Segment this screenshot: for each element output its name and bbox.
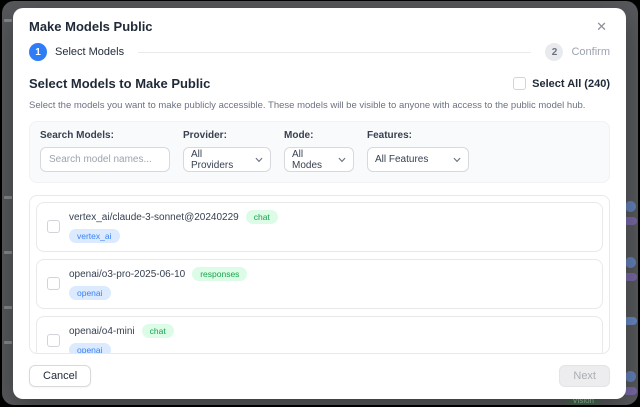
modal-header: Make Models Public ✕: [29, 19, 610, 34]
mode-badge: chat: [246, 210, 278, 224]
dimmed-page-overlay: Vision Make Models Public ✕ 1 Select Mod…: [2, 1, 638, 405]
provider-badge: openai: [69, 286, 111, 300]
mode-badge: responses: [192, 267, 247, 281]
mode-badge: chat: [142, 324, 174, 338]
model-info: openai/o3-pro-2025-06-10 responses opena…: [69, 267, 247, 300]
chevron-down-icon: [255, 156, 263, 164]
step-1-label: Select Models: [55, 46, 124, 58]
model-name: vertex_ai/claude-3-sonnet@20240229: [69, 212, 239, 223]
stepper-connector: [138, 52, 531, 53]
model-list: vertex_ai/claude-3-sonnet@20240229 chat …: [29, 195, 610, 354]
model-row[interactable]: openai/o4-mini chat openai: [36, 316, 603, 354]
model-name: openai/o3-pro-2025-06-10: [69, 269, 185, 280]
features-select-value: All Features: [375, 154, 445, 165]
step-confirm: 2 Confirm: [545, 43, 610, 61]
features-label: Features:: [367, 130, 469, 141]
provider-filter-group: Provider: All Providers: [183, 130, 271, 172]
select-all-label: Select All (240): [532, 78, 610, 90]
section-description: Select the models you want to make publi…: [29, 100, 610, 111]
step-2-label: Confirm: [571, 46, 610, 58]
search-filter-group: Search Models:: [40, 130, 170, 172]
mode-select[interactable]: All Modes: [284, 147, 354, 172]
mode-filter-group: Mode: All Modes: [284, 130, 354, 172]
stepper: 1 Select Models 2 Confirm: [29, 43, 610, 61]
model-name: openai/o4-mini: [69, 326, 135, 337]
select-all-control[interactable]: Select All (240): [513, 77, 610, 90]
background-text-fragment: [4, 251, 12, 254]
modal-title: Make Models Public: [29, 19, 153, 34]
model-row[interactable]: vertex_ai/claude-3-sonnet@20240229 chat …: [36, 202, 603, 252]
provider-select-value: All Providers: [191, 149, 247, 171]
section-heading: Select Models to Make Public: [29, 76, 210, 91]
background-avatar-fragment: [625, 257, 636, 268]
make-models-public-modal: Make Models Public ✕ 1 Select Models 2 C…: [13, 8, 626, 399]
provider-badge: openai: [69, 343, 111, 354]
mode-select-value: All Modes: [292, 149, 330, 171]
background-avatar-fragment: [625, 371, 636, 382]
step-select-models: 1 Select Models: [29, 43, 124, 61]
step-2-circle: 2: [545, 43, 563, 61]
model-row[interactable]: openai/o3-pro-2025-06-10 responses opena…: [36, 259, 603, 309]
model-info: vertex_ai/claude-3-sonnet@20240229 chat …: [69, 210, 278, 243]
background-text-fragment: [4, 341, 12, 344]
model-checkbox[interactable]: [47, 220, 60, 233]
modal-footer: Cancel Next: [29, 365, 610, 387]
provider-badge: vertex_ai: [69, 229, 120, 243]
provider-select[interactable]: All Providers: [183, 147, 271, 172]
chevron-down-icon: [453, 156, 461, 164]
model-checkbox[interactable]: [47, 334, 60, 347]
model-info: openai/o4-mini chat openai: [69, 324, 174, 354]
background-text-fragment: [4, 19, 12, 22]
search-label: Search Models:: [40, 130, 170, 141]
next-button[interactable]: Next: [559, 365, 610, 387]
cancel-button[interactable]: Cancel: [29, 365, 91, 387]
close-icon[interactable]: ✕: [593, 19, 610, 34]
select-all-checkbox[interactable]: [513, 77, 526, 90]
features-select[interactable]: All Features: [367, 147, 469, 172]
background-text-fragment: [4, 306, 12, 309]
background-avatar-fragment: [625, 201, 636, 212]
filter-bar: Search Models: Provider: All Providers M…: [29, 121, 610, 183]
step-1-circle: 1: [29, 43, 47, 61]
model-checkbox[interactable]: [47, 277, 60, 290]
chevron-down-icon: [338, 156, 346, 164]
search-input[interactable]: [40, 147, 170, 172]
background-text-fragment: [4, 196, 12, 199]
provider-label: Provider:: [183, 130, 271, 141]
features-filter-group: Features: All Features: [367, 130, 469, 172]
section-header-row: Select Models to Make Public Select All …: [29, 76, 610, 91]
mode-label: Mode:: [284, 130, 354, 141]
